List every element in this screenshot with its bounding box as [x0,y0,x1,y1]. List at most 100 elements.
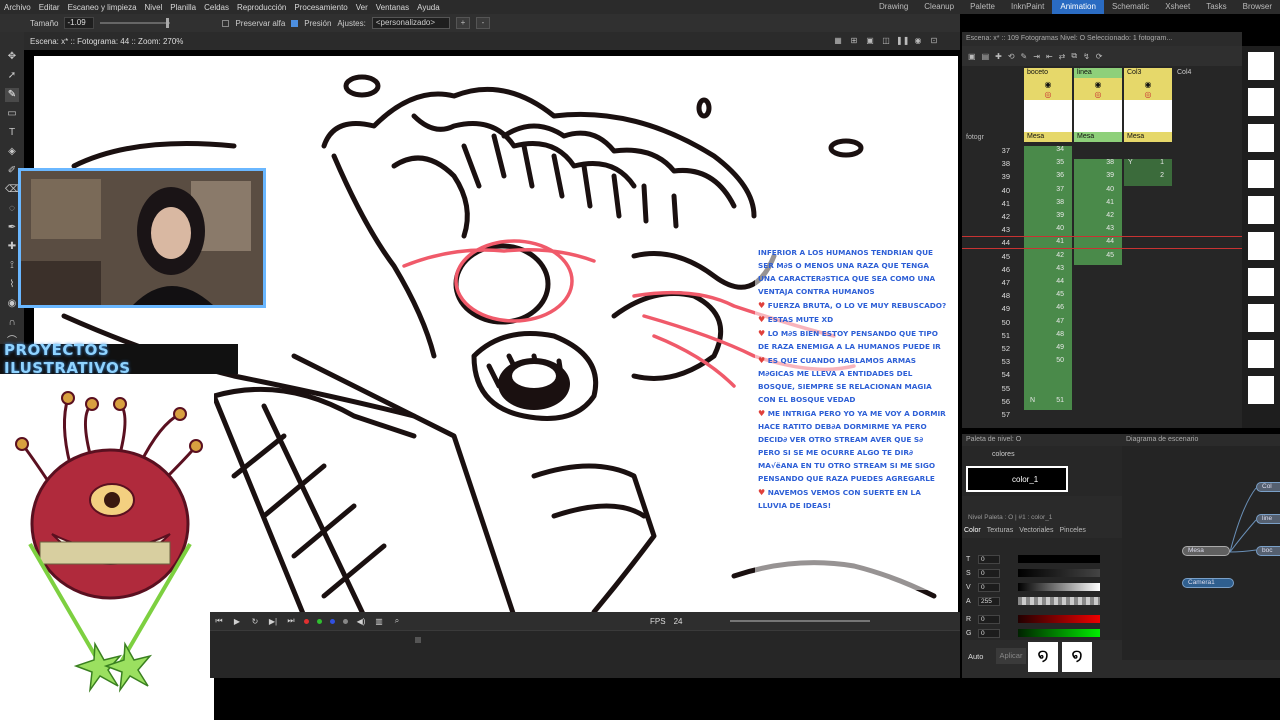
frame-number[interactable]: 51 [982,331,1010,340]
xsheet-cell[interactable]: 39 [1074,172,1114,179]
frame-number[interactable]: 45 [982,252,1010,261]
channel-slider[interactable] [1018,629,1100,637]
channel-slider[interactable] [1018,615,1100,623]
channel-slider[interactable] [1018,555,1100,563]
frame-number[interactable]: 54 [982,370,1010,379]
table-view-icon[interactable]: ◫ [880,36,892,46]
xsheet-cell[interactable]: 40 [1074,186,1114,193]
style-swatch[interactable]: color_1 [966,466,1068,492]
first-frame-icon[interactable]: ⏮ [214,616,224,626]
roll-icon[interactable]: ⟳ [1096,52,1103,61]
control-point-icon[interactable]: ⟟ [5,259,19,273]
camstand-icon[interactable]: ◎ [1045,90,1052,99]
geometric-tool-icon[interactable]: ▭ [5,107,19,121]
new-scene-icon[interactable]: ▣ [968,52,976,61]
xsheet-cell[interactable]: 42 [1074,212,1114,219]
selection-tool-icon[interactable]: ➚ [5,69,19,83]
frame-number[interactable]: 57 [982,410,1010,419]
next-frame-icon[interactable]: ▶| [268,617,278,626]
menu-escaneo[interactable]: Escaneo y limpieza [64,3,141,12]
reverse-icon[interactable]: ⇄ [1059,52,1066,61]
new-level-icon[interactable]: ✚ [995,52,1002,61]
xsheet-cell[interactable]: 39 [1024,212,1064,219]
xsheet-cell[interactable]: 2 [1124,172,1164,179]
xsheet-cell[interactable]: 47 [1024,318,1064,325]
sub-camera-icon[interactable]: ⊡ [928,36,940,46]
freeze-icon[interactable]: ❚❚ [896,36,909,46]
room-xsheet[interactable]: Xsheet [1157,0,1198,14]
level-strip-frame[interactable] [1248,88,1274,116]
frame-number[interactable]: 52 [982,344,1010,353]
presets-select[interactable]: <personalizado> [371,17,451,29]
frame-number[interactable]: 40 [982,186,1010,195]
size-field[interactable]: -1.09 [64,17,95,29]
brush-preset[interactable]: ໑ [1028,642,1058,672]
level-strip-frame[interactable] [1248,160,1274,188]
menu-celdas[interactable]: Celdas [200,3,233,12]
green-channel-icon[interactable] [317,618,322,624]
camera-view-icon[interactable]: ▣ [864,36,876,46]
frame-number[interactable]: 55 [982,384,1010,393]
menu-nivel[interactable]: Nivel [141,3,167,12]
frame-slider[interactable] [730,620,871,622]
each-icon[interactable]: ⇤ [1046,52,1053,61]
xsheet-cell[interactable]: 42 [1024,252,1064,259]
preview-icon[interactable]: ◉ [912,36,924,46]
xsheet-cell[interactable]: 36 [1024,172,1064,179]
room-inknpaint[interactable]: InknPaint [1003,0,1052,14]
xsheet-cell[interactable]: 46 [1024,304,1064,311]
frame-number[interactable]: 53 [982,357,1010,366]
channel-value[interactable]: 0 [978,554,1000,564]
room-drawing[interactable]: Drawing [871,0,916,14]
alpha-channel-icon[interactable] [343,618,348,624]
rgb-picker-icon[interactable]: ✚ [5,240,19,254]
column-name[interactable]: Col4 [1174,68,1222,78]
xsheet-cell[interactable]: 37 [1024,186,1064,193]
zoom-icon[interactable]: ⌕ [392,616,402,626]
column-header-col3[interactable]: Col3 ◉ ◎ Mesa [1124,68,1172,146]
fill-tool-icon[interactable]: ◈ [5,145,19,159]
histogram-icon[interactable]: ▥ [374,617,384,626]
drawing-icon[interactable]: ✎ [1021,52,1028,61]
channel-value[interactable]: 0 [978,614,1000,624]
frame-number[interactable]: 39 [982,172,1010,181]
tab-color[interactable]: Color [964,527,981,534]
xsheet-cell[interactable]: 41 [1074,199,1114,206]
channel-slider[interactable] [1018,569,1100,577]
level-strip-frame[interactable] [1248,52,1274,80]
frame-number[interactable]: 50 [982,318,1010,327]
xsheet-cell[interactable]: 45 [1024,291,1064,298]
xsheet-cell[interactable]: 49 [1024,344,1064,351]
play-icon[interactable]: ▶ [232,617,242,626]
tab-brushes[interactable]: Pinceles [1059,527,1085,534]
column-header-linea[interactable]: linea ◉ ◎ Mesa [1074,68,1122,146]
room-palette[interactable]: Palette [962,0,1003,14]
level-strip-frame[interactable] [1248,340,1274,368]
menu-ventanas[interactable]: Ventanas [372,3,413,12]
preview-eye-icon[interactable]: ◉ [1095,80,1102,89]
remove-preset-button[interactable]: - [476,17,491,29]
schematic-node[interactable]: boc [1256,546,1280,556]
brush-tool-icon[interactable]: ✎ [5,88,19,102]
preview-eye-icon[interactable]: ◉ [1045,80,1052,89]
xsheet-cell[interactable]: 45 [1074,252,1114,259]
column-name[interactable]: boceto [1024,68,1072,78]
channel-value[interactable]: 0 [978,568,1000,578]
loop-icon[interactable]: ↻ [250,617,260,626]
save-icon[interactable]: ▤ [982,52,990,61]
channel-slider[interactable] [1018,597,1100,605]
camstand-icon[interactable]: ◎ [1145,90,1152,99]
preserve-alpha-checkbox[interactable] [222,19,230,27]
frame-number[interactable]: 47 [982,278,1010,287]
xsheet-cell[interactable]: 40 [1024,225,1064,232]
frame-number[interactable]: 48 [982,291,1010,300]
last-frame-icon[interactable]: ⏭ [286,616,296,626]
channel-value[interactable]: 255 [978,596,1000,606]
frame-number[interactable]: 42 [982,212,1010,221]
safe-area-icon[interactable]: ▦ [832,36,844,46]
schematic-node[interactable]: line [1256,514,1280,524]
room-animation[interactable]: Animation [1052,0,1104,14]
column-header-col4[interactable]: Col4 [1174,68,1222,146]
menu-editar[interactable]: Editar [35,3,64,12]
camstand-icon[interactable]: ◎ [1095,90,1102,99]
